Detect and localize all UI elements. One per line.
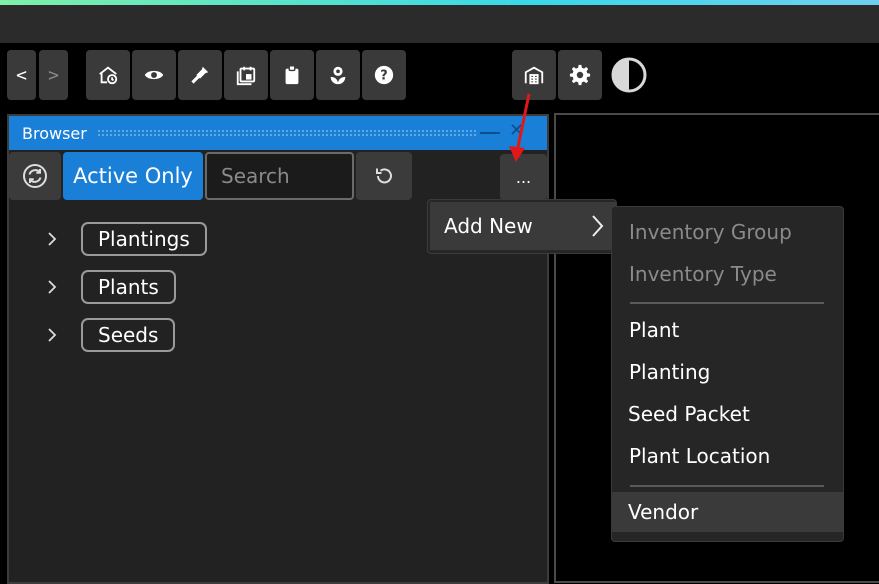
minimize-button[interactable] bbox=[480, 132, 500, 134]
menu-item-plant[interactable]: Plant bbox=[612, 310, 843, 350]
home-clock-icon bbox=[99, 66, 118, 85]
chevron-right-icon[interactable] bbox=[45, 232, 59, 246]
dig-button[interactable] bbox=[178, 50, 222, 100]
menu-item-seed-packet[interactable]: Seed Packet bbox=[612, 394, 843, 434]
forward-label: > bbox=[48, 64, 59, 86]
menu-item-inventory-type[interactable]: Inventory Type bbox=[612, 254, 843, 294]
sync-icon bbox=[23, 164, 47, 188]
view-button[interactable] bbox=[132, 50, 176, 100]
menu-item-add-new[interactable]: Add New bbox=[430, 202, 616, 250]
help-icon: ? bbox=[374, 65, 394, 85]
warehouse-icon bbox=[524, 66, 544, 85]
clipboard-icon bbox=[285, 65, 299, 85]
tree-item-plantings[interactable]: Plantings bbox=[45, 220, 207, 258]
title-bar bbox=[0, 5, 879, 43]
drag-handle[interactable] bbox=[96, 129, 477, 137]
tree-item-plants[interactable]: Plants bbox=[45, 268, 176, 306]
context-menu: Add New bbox=[427, 199, 617, 254]
chevron-right-icon bbox=[592, 215, 604, 237]
svg-text:?: ? bbox=[380, 69, 387, 84]
close-icon[interactable]: ✕ bbox=[509, 120, 524, 141]
calendar-icon bbox=[236, 66, 256, 86]
settings-button[interactable] bbox=[558, 50, 602, 100]
tree-item-label[interactable]: Seeds bbox=[81, 318, 176, 352]
tree-item-label[interactable]: Plantings bbox=[81, 222, 207, 256]
help-button[interactable]: ? bbox=[362, 50, 406, 100]
flower-icon bbox=[330, 66, 346, 85]
menu-item-inventory-group[interactable]: Inventory Group bbox=[612, 212, 843, 252]
home-button[interactable] bbox=[86, 50, 130, 100]
plant-button[interactable] bbox=[316, 50, 360, 100]
menu-separator bbox=[630, 485, 824, 487]
sync-button[interactable] bbox=[9, 152, 61, 200]
menu-item-planting[interactable]: Planting bbox=[612, 352, 843, 392]
back-label: < bbox=[16, 64, 27, 86]
forward-button[interactable]: > bbox=[39, 50, 68, 100]
menu-item-plant-location[interactable]: Plant Location bbox=[612, 436, 843, 476]
contrast-icon[interactable] bbox=[610, 56, 648, 94]
add-new-label: Add New bbox=[444, 214, 533, 238]
gear-icon bbox=[569, 64, 591, 86]
more-options-button[interactable]: ... bbox=[500, 154, 547, 200]
chevron-right-icon[interactable] bbox=[45, 280, 59, 294]
calendar-button[interactable] bbox=[224, 50, 268, 100]
browser-panel: Browser ✕ Active Only ... Plantings Plan… bbox=[7, 114, 549, 584]
chevron-right-icon[interactable] bbox=[45, 328, 59, 342]
search-input[interactable] bbox=[205, 152, 354, 200]
tree-item-seeds[interactable]: Seeds bbox=[45, 316, 176, 354]
menu-item-vendor[interactable]: Vendor bbox=[612, 492, 843, 532]
panel-title: Browser bbox=[22, 123, 87, 143]
inventory-button[interactable] bbox=[512, 50, 556, 100]
refresh-icon bbox=[376, 168, 392, 184]
back-button[interactable]: < bbox=[7, 50, 36, 100]
panel-header[interactable]: Browser bbox=[9, 116, 547, 150]
menu-separator bbox=[630, 302, 824, 304]
active-only-toggle[interactable]: Active Only bbox=[63, 152, 203, 200]
shovel-icon bbox=[191, 66, 209, 84]
refresh-button[interactable] bbox=[356, 152, 412, 200]
add-new-submenu: Inventory Group Inventory Type Plant Pla… bbox=[611, 206, 844, 542]
tree-item-label[interactable]: Plants bbox=[81, 270, 176, 304]
eye-icon bbox=[144, 70, 164, 80]
clipboard-button[interactable] bbox=[270, 50, 314, 100]
